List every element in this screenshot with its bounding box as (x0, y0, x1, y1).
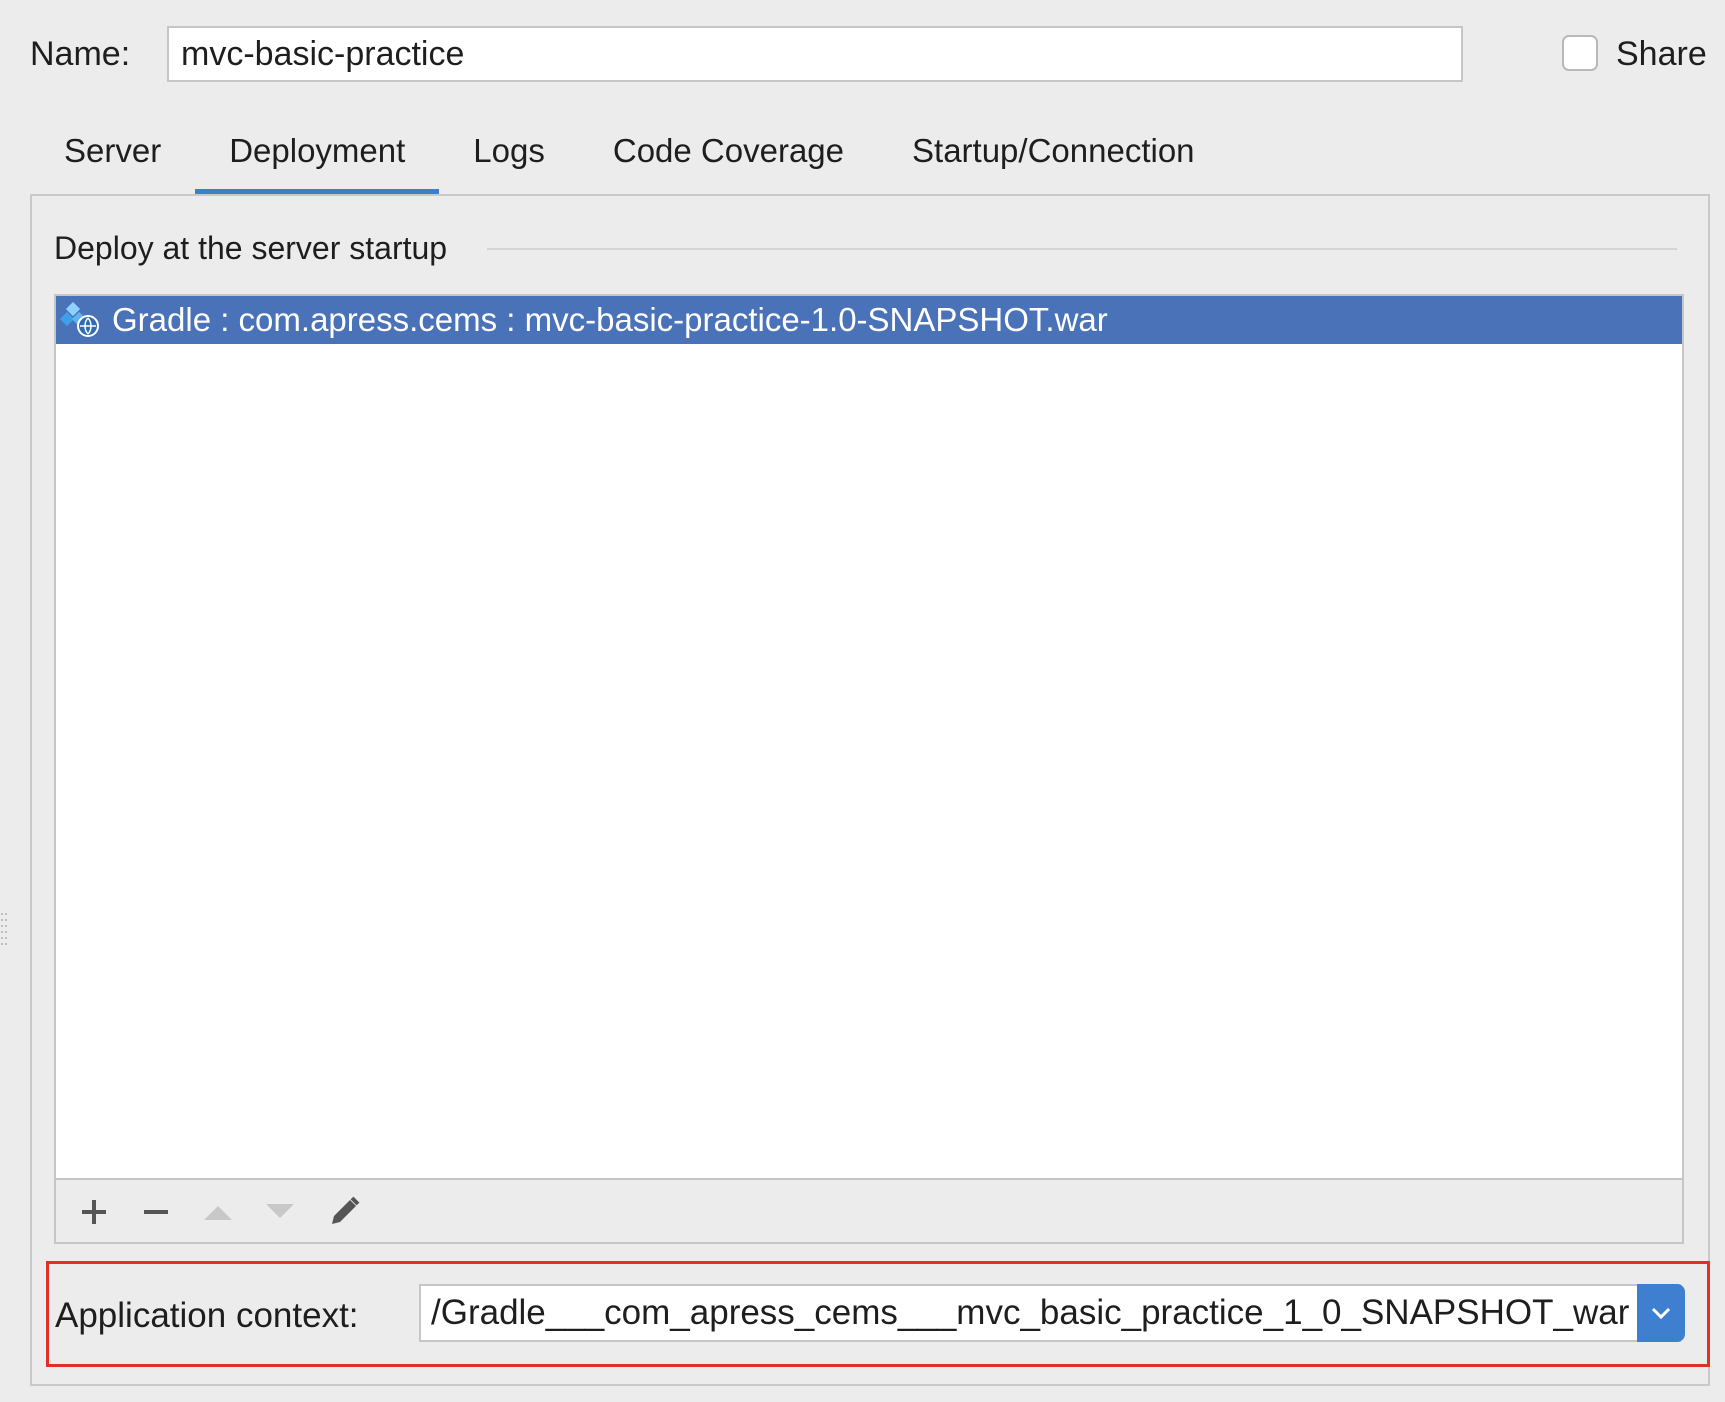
tab-logs[interactable]: Logs (439, 120, 579, 196)
application-context-label: Application context: (55, 1296, 359, 1335)
chevron-down-icon[interactable] (1637, 1284, 1685, 1342)
minus-icon[interactable] (136, 1192, 176, 1232)
list-toolbar (56, 1178, 1682, 1242)
arrow-down-icon[interactable] (260, 1192, 300, 1232)
deployment-list[interactable]: Gradle : com.apress.cems : mvc-basic-pra… (54, 294, 1684, 1244)
list-item[interactable]: Gradle : com.apress.cems : mvc-basic-pra… (56, 296, 1682, 344)
section-divider (487, 248, 1677, 250)
gradle-artifact-icon (59, 301, 100, 338)
run-configuration-dialog: Name: Share Server Deployment Logs Code … (0, 0, 1725, 1402)
deployment-panel: Deploy at the server startup Gradle : co… (30, 194, 1710, 1386)
tab-code-coverage[interactable]: Code Coverage (579, 120, 878, 196)
resize-grip-icon[interactable] (0, 910, 8, 950)
application-context-highlight: Application context: /Gradle___com_apres… (46, 1261, 1710, 1367)
section-title: Deploy at the server startup (54, 228, 464, 268)
pencil-icon[interactable] (324, 1192, 364, 1232)
share-checkbox[interactable] (1562, 35, 1598, 71)
plus-icon[interactable] (74, 1192, 114, 1232)
tab-deployment[interactable]: Deployment (195, 120, 440, 196)
arrow-up-icon[interactable] (198, 1192, 238, 1232)
tab-startup-connection[interactable]: Startup/Connection (878, 120, 1229, 196)
name-input[interactable] (167, 26, 1463, 82)
application-context-combobox[interactable]: /Gradle___com_apress_cems___mvc_basic_pr… (419, 1284, 1681, 1342)
share-label: Share (1616, 35, 1707, 73)
list-item-label: Gradle : com.apress.cems : mvc-basic-pra… (112, 301, 1108, 338)
name-label: Name: (30, 35, 131, 73)
tab-server[interactable]: Server (30, 120, 195, 196)
tab-bar: Server Deployment Logs Code Coverage Sta… (30, 120, 1229, 196)
